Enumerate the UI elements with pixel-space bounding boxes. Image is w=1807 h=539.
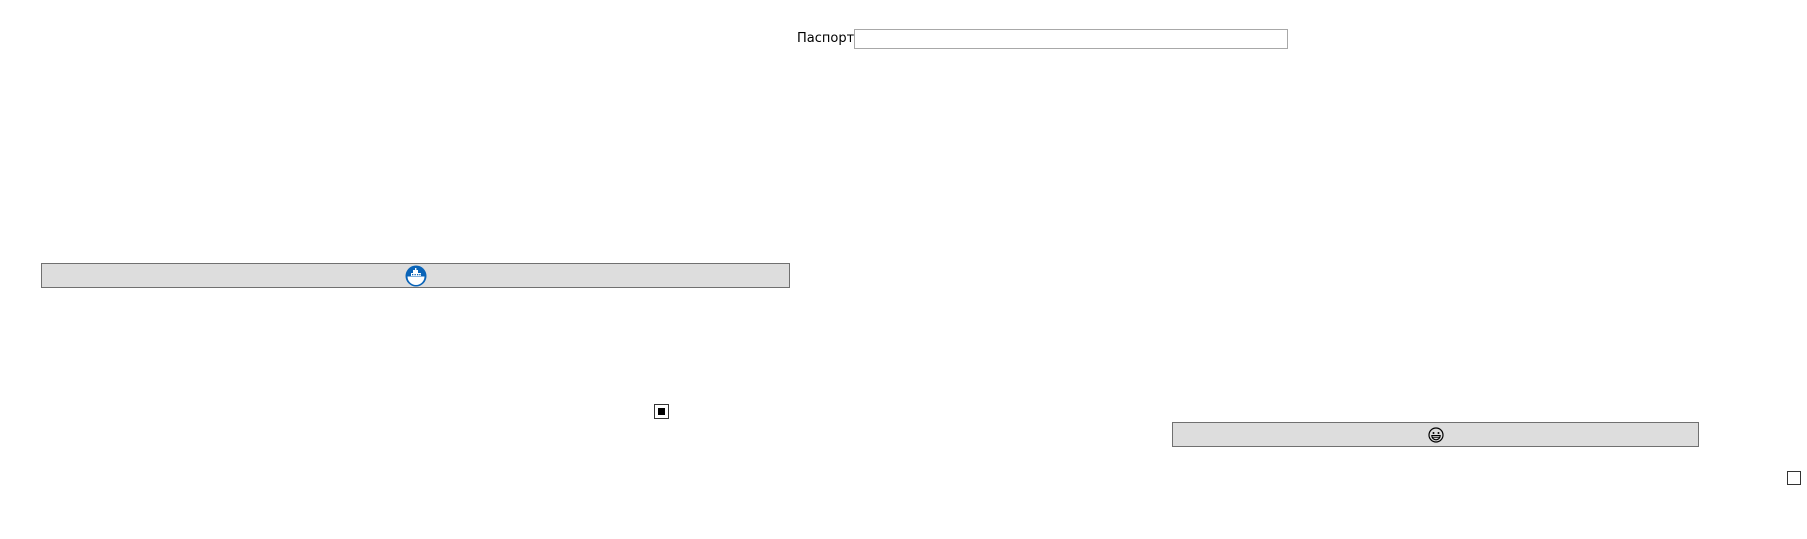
ship-icon-button[interactable] <box>41 263 790 288</box>
unchecked-checkbox[interactable] <box>1787 471 1801 485</box>
emoji-icon-button[interactable] <box>1172 422 1699 447</box>
passport-label: Паспорт <box>797 31 855 46</box>
check-mark <box>658 408 665 415</box>
checked-checkbox[interactable] <box>654 404 669 419</box>
passport-input[interactable] <box>854 29 1289 49</box>
passport-field-row: Паспорт <box>797 29 1289 49</box>
ship-badge-icon <box>405 265 426 286</box>
grinning-face-icon <box>1427 426 1444 443</box>
